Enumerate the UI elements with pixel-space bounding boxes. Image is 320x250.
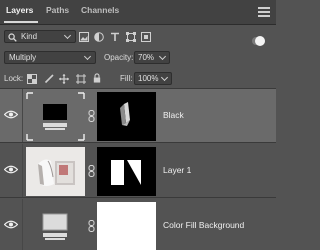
adjustment-filter-icon[interactable] xyxy=(94,32,104,42)
chevron-down-icon xyxy=(83,52,92,61)
chevron-down-icon xyxy=(63,31,72,40)
fill-value: 100% xyxy=(138,74,159,83)
tab-channels[interactable]: Channels xyxy=(81,5,119,15)
layer-mask-link-icon[interactable] xyxy=(88,220,95,232)
lock-all-icon[interactable] xyxy=(92,73,102,83)
filter-kind-value: Kind xyxy=(21,32,38,41)
blend-row: Multiply Opacity: 70% xyxy=(0,47,276,67)
smart-object-filter-icon[interactable] xyxy=(141,32,151,42)
tab-layers[interactable]: Layers xyxy=(6,5,33,15)
visibility-eye-icon[interactable] xyxy=(4,165,18,174)
type-filter-icon[interactable] xyxy=(110,32,120,42)
layer-thumbnail[interactable] xyxy=(26,147,85,196)
layer-row-layer-1[interactable]: Layer 1 xyxy=(0,144,276,198)
panel-menu-icon[interactable] xyxy=(258,7,270,17)
chevron-down-icon xyxy=(160,73,169,82)
image-filter-icon[interactable] xyxy=(79,32,89,42)
layer-mask-link-icon[interactable] xyxy=(88,110,95,122)
active-tab-indicator xyxy=(4,21,38,23)
layer-mask-thumbnail[interactable] xyxy=(97,147,156,196)
fill-label: Fill: xyxy=(120,74,133,83)
chevron-down-icon xyxy=(158,52,167,61)
lock-label: Lock: xyxy=(4,74,24,83)
visibility-eye-icon[interactable] xyxy=(4,110,18,119)
layer-mask-link-icon[interactable] xyxy=(88,165,95,177)
opacity-label: Opacity: xyxy=(104,53,134,62)
fill-input[interactable]: 100% xyxy=(134,72,172,85)
layer-mask-thumbnail[interactable] xyxy=(97,92,156,141)
layer-thumbnail[interactable] xyxy=(26,92,85,141)
search-icon xyxy=(8,33,17,42)
lock-position-icon[interactable] xyxy=(59,74,69,84)
layer-row-color-fill-background[interactable]: Color Fill Background xyxy=(0,199,276,250)
shape-filter-icon[interactable] xyxy=(126,32,136,42)
lock-row: Lock: Fill: 100% xyxy=(0,68,276,88)
blend-mode-value: Multiply xyxy=(9,53,37,62)
lock-artboard-icon[interactable] xyxy=(76,74,86,84)
layer-thumbnail[interactable] xyxy=(26,202,85,250)
lock-transparent-pixels-icon[interactable] xyxy=(27,74,37,84)
layer-mask-thumbnail[interactable] xyxy=(97,202,156,250)
layer-name[interactable]: Layer 1 xyxy=(163,165,191,175)
blend-mode-dropdown[interactable]: Multiply xyxy=(4,51,96,64)
visibility-eye-icon[interactable] xyxy=(4,220,18,229)
layer-name[interactable]: Black xyxy=(163,110,184,120)
opacity-input[interactable]: 70% xyxy=(134,51,170,64)
opacity-value: 70% xyxy=(138,53,155,62)
lock-image-pixels-icon[interactable] xyxy=(44,74,54,84)
filter-toggle[interactable] xyxy=(252,36,265,46)
panel-tab-bar: Layers Paths Channels xyxy=(0,0,276,25)
layer-row-black[interactable]: Black xyxy=(0,89,276,143)
filter-row: Kind xyxy=(0,27,276,45)
filter-kind-dropdown[interactable]: Kind xyxy=(4,30,76,43)
tab-paths[interactable]: Paths xyxy=(46,5,69,15)
layer-name[interactable]: Color Fill Background xyxy=(163,220,244,230)
